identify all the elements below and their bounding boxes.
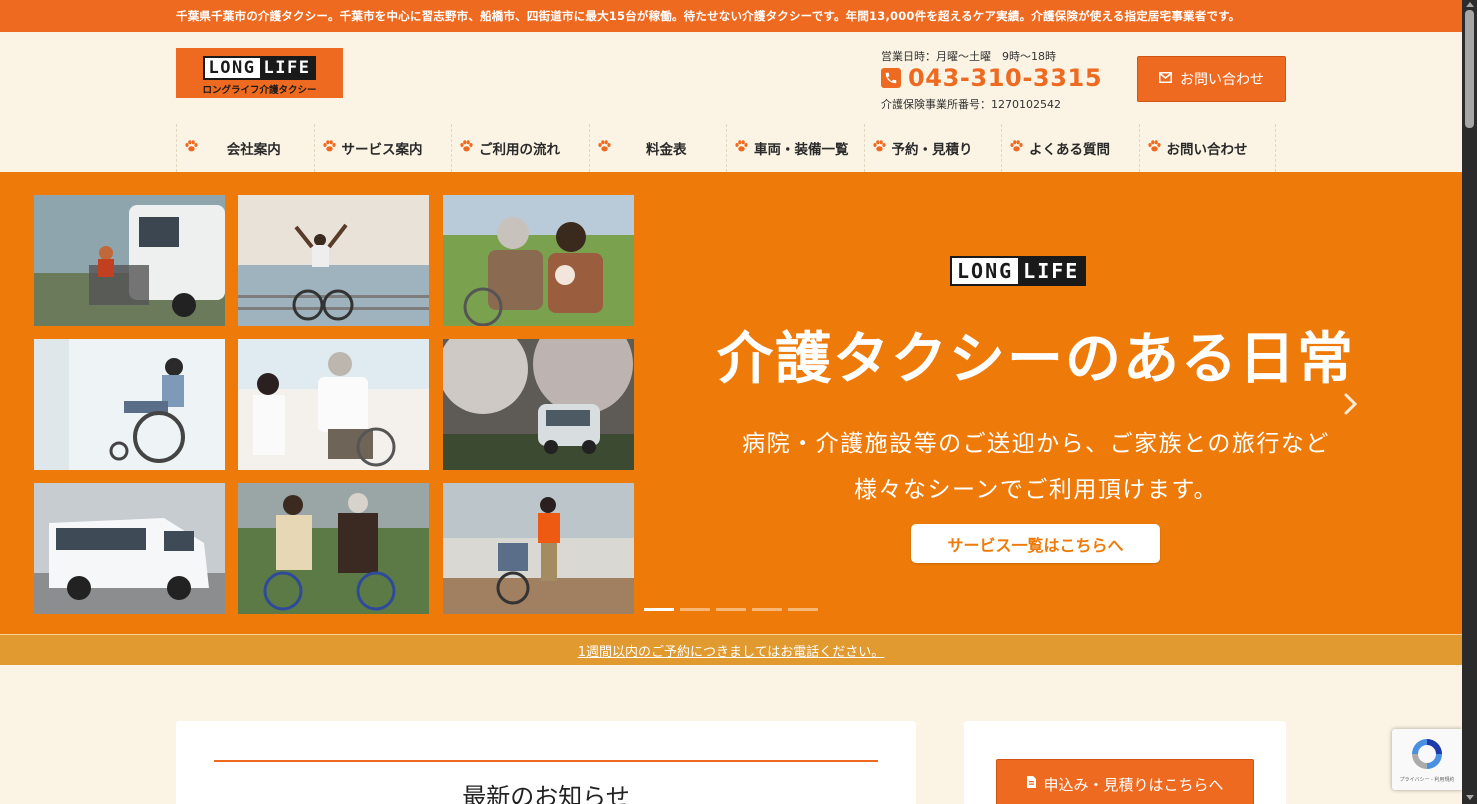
paw-icon	[1010, 140, 1023, 156]
photo-wheelchair-sea	[238, 195, 429, 326]
site-logo[interactable]: LONG LIFE ロングライフ介護タクシー	[176, 48, 343, 98]
main-navigation: 会社案内 サービス案内 ご利用の流れ 料金表 車両・装備一覧 予約・見積り よく…	[176, 124, 1286, 172]
recaptcha-badge[interactable]: プライバシー - 利用規約	[1392, 729, 1462, 790]
scroll-down-arrow[interactable]	[1466, 795, 1474, 800]
paw-icon	[322, 140, 336, 156]
services-list-button-label: サービス一覧はこちらへ	[947, 535, 1124, 555]
phone-icon	[881, 68, 901, 88]
business-hours: 営業日時：月曜～土曜 9時～18時	[881, 50, 1056, 63]
photo-car-blossom	[443, 339, 634, 470]
recaptcha-fine-print[interactable]: プライバシー - 利用規約	[1400, 776, 1455, 783]
nav-item-label: お問い合わせ	[1166, 142, 1248, 158]
hero-subtitle-1: 病院・介護施設等のご送迎から、ご家族との旅行など	[742, 431, 1330, 457]
news-section: 最新のお知らせ	[176, 721, 916, 804]
nav-item-label: サービス案内	[341, 142, 423, 158]
nav-item-label: ご利用の流れ	[479, 142, 560, 158]
page-scrollbar[interactable]	[1462, 0, 1477, 804]
hero-slider: LONG LIFE 介護タクシーのある日常 病院・介護施設等のご送迎から、ご家族…	[0, 172, 1462, 634]
phone-reservation-notice-link[interactable]: 1週間以内のご予約につきましてはお電話ください。	[578, 641, 885, 660]
logo-word-right: LIFE	[259, 58, 315, 78]
top-announcement-text: 千葉県千葉市の介護タクシー。千葉市を中心に習志野市、船橋市、四街道市に最大15台…	[176, 9, 1241, 23]
photo-staff-pushing	[443, 483, 634, 614]
care-insurance-number: 介護保険事業所番号：1270102542	[881, 98, 1061, 111]
recaptcha-icon	[1412, 739, 1442, 769]
top-announcement-bar: 千葉県千葉市の介護タクシー。千葉市を中心に習志野市、船橋市、四街道市に最大15台…	[0, 0, 1462, 32]
nav-item-usage-flow[interactable]: ご利用の流れ	[451, 124, 589, 172]
sidebar: 申込み・見積りはこちらへ	[964, 721, 1286, 804]
envelope-icon	[1159, 71, 1172, 87]
slider-dot[interactable]	[680, 608, 710, 611]
nav-item-vehicles[interactable]: 車両・装備一覧	[726, 124, 864, 172]
slider-dot[interactable]	[788, 608, 818, 611]
contact-button[interactable]: お問い合わせ	[1137, 56, 1286, 102]
nav-item-pricing[interactable]: 料金表	[588, 124, 727, 172]
photo-van-lift	[34, 195, 225, 326]
hero-logo: LONG LIFE	[950, 256, 1087, 286]
paw-icon	[185, 140, 198, 156]
slider-dot[interactable]	[716, 608, 746, 611]
nav-item-reservation[interactable]: 予約・見積り	[863, 124, 1002, 172]
notice-bar: 1週間以内のご予約につきましてはお電話ください。	[0, 634, 1462, 665]
apply-estimate-button-label: 申込み・見積りはこちらへ	[1043, 775, 1224, 794]
nav-item-label: よくある質問	[1029, 142, 1110, 158]
nav-item-label: 料金表	[646, 142, 687, 158]
photo-family-wheelchair	[443, 195, 634, 326]
scroll-up-arrow[interactable]	[1466, 2, 1474, 7]
chevron-right-icon[interactable]	[1341, 392, 1361, 416]
paw-icon	[735, 140, 748, 156]
slider-pagination	[644, 608, 818, 611]
logo-word-left: LONG	[204, 58, 260, 78]
phone-number: 043-310-3315	[908, 64, 1103, 92]
nav-item-label: 車両・装備一覧	[754, 142, 849, 158]
document-icon	[1026, 775, 1037, 793]
phone-number-link[interactable]: 043-310-3315	[881, 64, 1102, 92]
paw-icon	[1147, 140, 1161, 156]
nav-item-services[interactable]: サービス案内	[313, 124, 452, 172]
scroll-thumb[interactable]	[1465, 10, 1474, 128]
photo-couple-wheelchairs	[238, 483, 429, 614]
photo-woman-wheelchair	[34, 339, 225, 470]
slider-dot[interactable]	[752, 608, 782, 611]
section-divider	[214, 760, 878, 762]
nav-item-faq[interactable]: よくある質問	[1001, 124, 1139, 172]
hero-logo-right: LIFE	[1018, 258, 1085, 284]
nav-item-contact[interactable]: お問い合わせ	[1138, 124, 1276, 172]
slider-dot[interactable]	[644, 608, 674, 611]
nav-item-label: 会社案内	[226, 142, 281, 158]
hero-title: 介護タクシーのある日常	[717, 326, 1355, 392]
services-list-button[interactable]: サービス一覧はこちらへ	[911, 524, 1160, 563]
paw-icon	[460, 140, 473, 156]
logo-subtitle: ロングライフ介護タクシー	[202, 85, 317, 96]
nav-item-company[interactable]: 会社案内	[176, 124, 314, 172]
hero-subtitle-2: 様々なシーンでご利用頂けます。	[853, 477, 1219, 503]
paw-icon	[872, 140, 886, 156]
nav-item-label: 予約・見積り	[891, 142, 973, 158]
hero-logo-left: LONG	[952, 258, 1019, 284]
paw-icon	[597, 140, 611, 156]
photo-caregiver-elder	[238, 339, 429, 470]
news-heading: 最新のお知らせ	[462, 783, 630, 804]
contact-button-label: お問い合わせ	[1180, 72, 1264, 88]
apply-estimate-button[interactable]: 申込み・見積りはこちらへ	[996, 759, 1254, 804]
photo-white-van	[34, 483, 225, 614]
logo-wordmark: LONG LIFE	[202, 56, 317, 80]
